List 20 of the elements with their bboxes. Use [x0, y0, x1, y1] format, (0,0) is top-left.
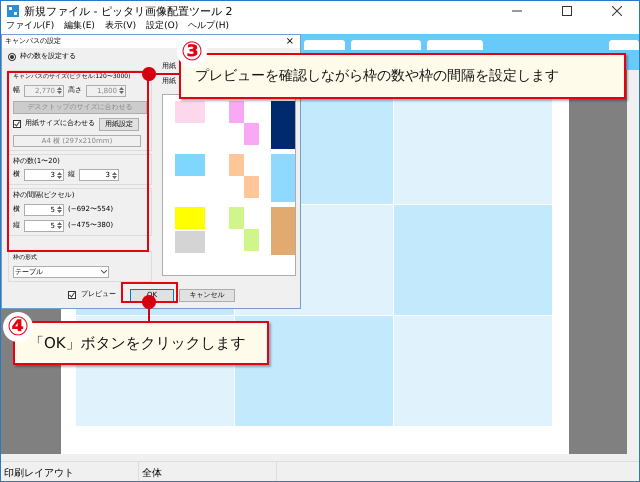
scrollbar[interactable]: [627, 70, 639, 461]
menu-item[interactable]: 表示(V): [104, 21, 136, 31]
radio-button[interactable]: [8, 53, 16, 61]
status-text: 全体: [139, 462, 277, 481]
checkbox[interactable]: [68, 291, 76, 299]
scrollbar[interactable]: [1, 454, 627, 461]
close-icon[interactable]: [612, 6, 622, 16]
leader-line: [156, 73, 179, 75]
close-button[interactable]: ×: [286, 36, 294, 47]
app-icon: [7, 5, 19, 17]
menu-item[interactable]: ヘルプ(H): [188, 21, 230, 31]
chevron-icon: [101, 270, 107, 274]
window-title: 新規ファイル - ピッタリ画像配置ツール 2: [24, 4, 234, 18]
leader-line: [148, 309, 150, 322]
spinner-icon[interactable]: [119, 86, 124, 96]
status-text: 印刷レイアウト: [1, 462, 139, 481]
menu-item[interactable]: ファイル(F): [6, 21, 54, 31]
maximize-icon[interactable]: [562, 6, 572, 16]
menu-item[interactable]: 編集(E): [64, 21, 95, 31]
menu-item[interactable]: 設定(O): [146, 21, 178, 31]
